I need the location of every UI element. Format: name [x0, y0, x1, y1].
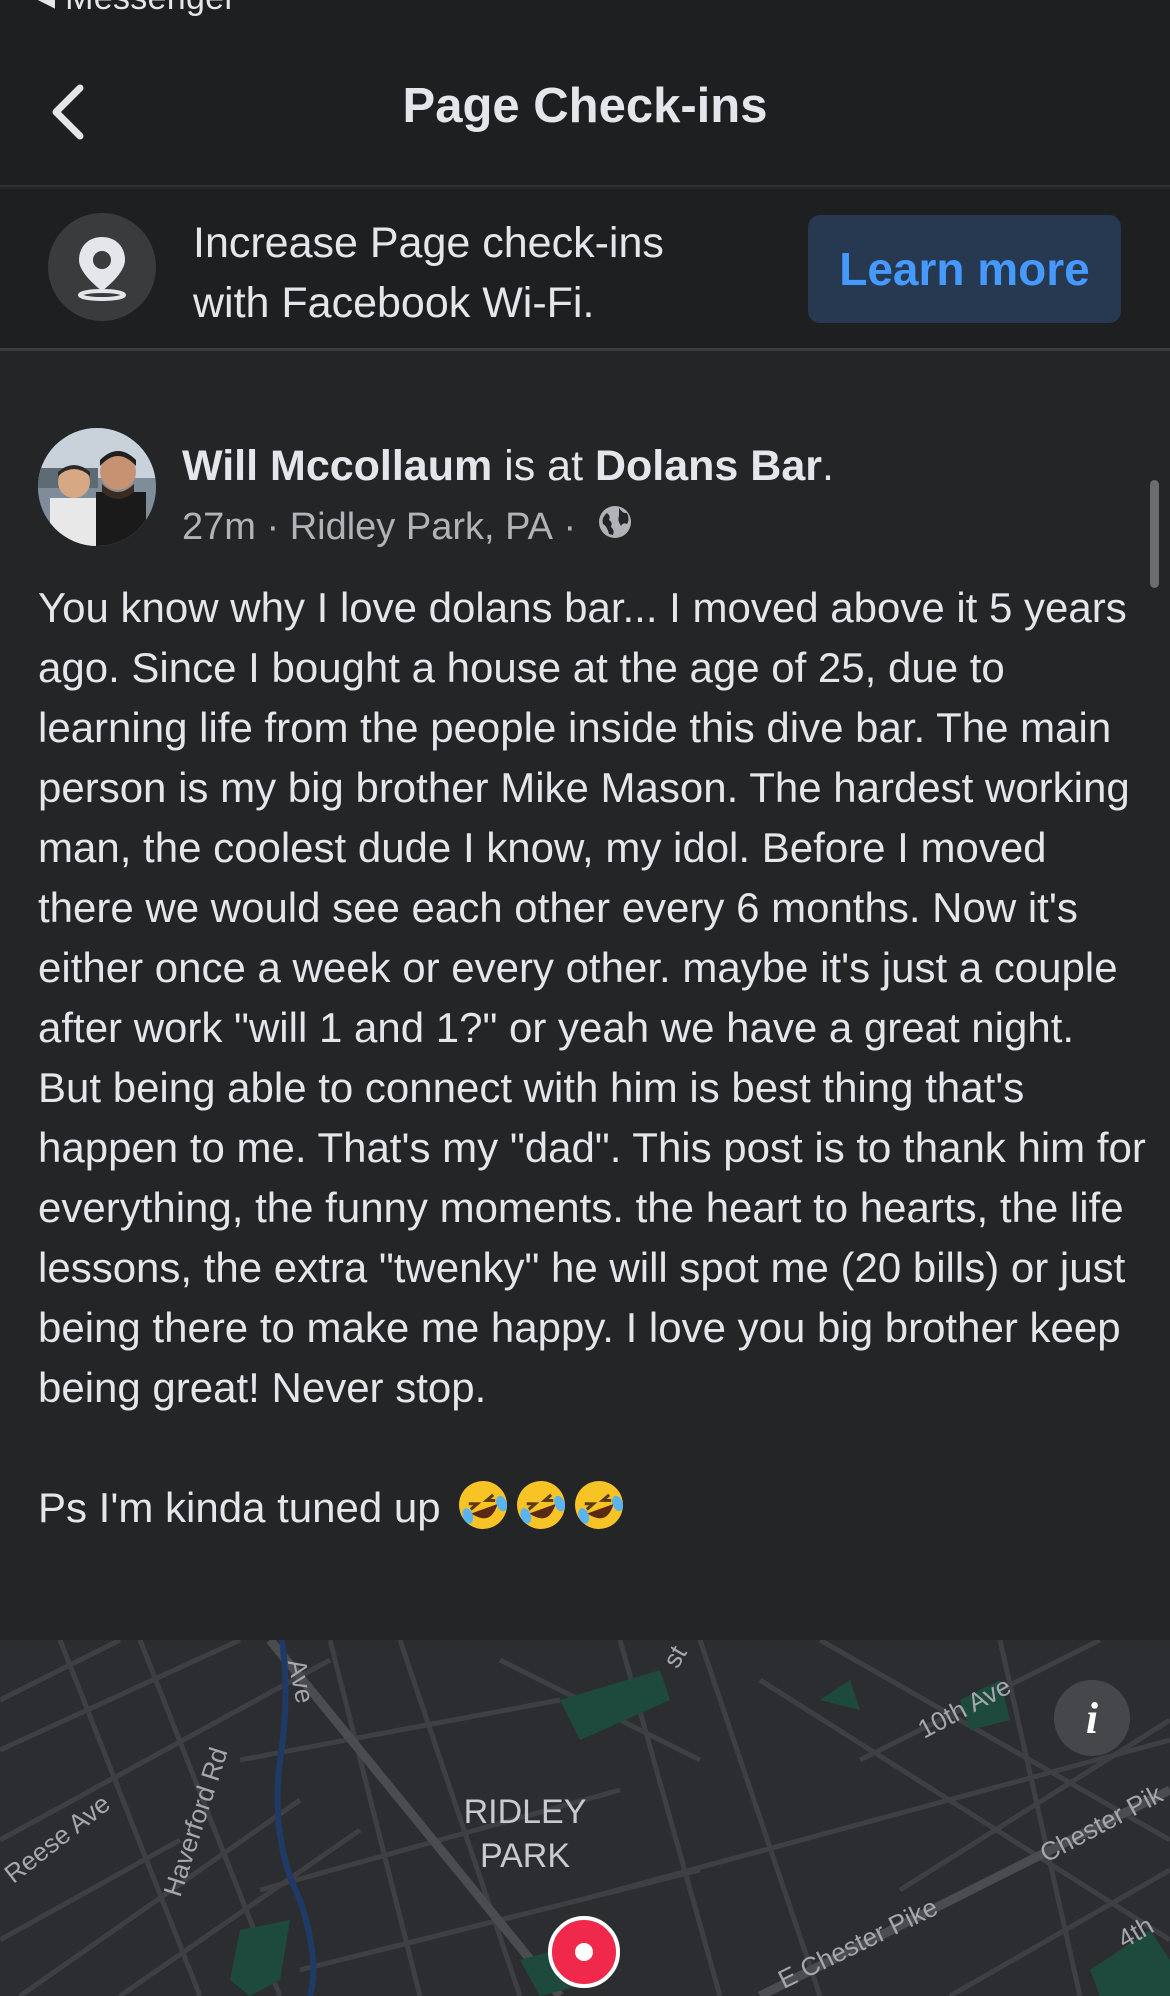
laughing-emoji-icon	[456, 1478, 510, 1532]
map-info-button[interactable]: i	[1054, 1680, 1130, 1756]
back-to-messenger-link[interactable]: ◂ Messenger	[38, 0, 236, 18]
post-time[interactable]: 27m	[182, 506, 256, 549]
globe-icon	[597, 504, 633, 550]
post-ps-text: Ps I'm kinda tuned up	[38, 1484, 441, 1531]
map-place-line-1: RIDLEY	[463, 1793, 587, 1831]
meta-separator: ·	[255, 505, 290, 548]
post-body: You know why I love dolans bar... I move…	[38, 578, 1148, 1538]
post-location: Ridley Park, PA	[289, 505, 553, 548]
header-period: .	[822, 442, 834, 490]
map-place-line-2: PARK	[479, 1837, 571, 1875]
map-preview[interactable]: Reese Ave Haverford Rd Ave st 10th Ave C…	[0, 1640, 1170, 1996]
author-name[interactable]: Will Mccollaum	[182, 442, 492, 490]
post-meta: 27m · Ridley Park, PA ·	[182, 504, 633, 550]
location-pin-marker	[548, 1916, 620, 1988]
status-bar: ◂ Messenger	[0, 0, 1170, 24]
map-place-label: RIDLEY PARK	[450, 1790, 600, 1878]
learn-more-button[interactable]: Learn more	[808, 215, 1121, 323]
is-at-text: is at	[492, 442, 595, 490]
laughing-emoji-icon	[514, 1478, 568, 1532]
promo-line-1: Increase Page check-ins	[193, 219, 664, 267]
top-navigation-bar: Page Check-ins	[0, 24, 1170, 187]
post-header: Will Mccollaum is at Dolans Bar.	[182, 442, 834, 491]
page-title: Page Check-ins	[402, 79, 768, 133]
laughing-emoji-icon	[572, 1478, 626, 1532]
meta-separator-2: ·	[552, 505, 587, 548]
location-pin-icon	[48, 213, 156, 321]
post-ps-line: Ps I'm kinda tuned up	[38, 1478, 1148, 1538]
promo-line-2: with Facebook Wi-Fi.	[193, 279, 595, 327]
place-name[interactable]: Dolans Bar	[595, 442, 822, 490]
post-text: You know why I love dolans bar... I move…	[38, 584, 1146, 1411]
avatar[interactable]	[38, 428, 156, 546]
scrollbar[interactable]	[1150, 480, 1159, 588]
wifi-promo-banner: Increase Page check-ins with Facebook Wi…	[0, 189, 1170, 351]
promo-text: Increase Page check-ins with Facebook Wi…	[193, 213, 753, 333]
